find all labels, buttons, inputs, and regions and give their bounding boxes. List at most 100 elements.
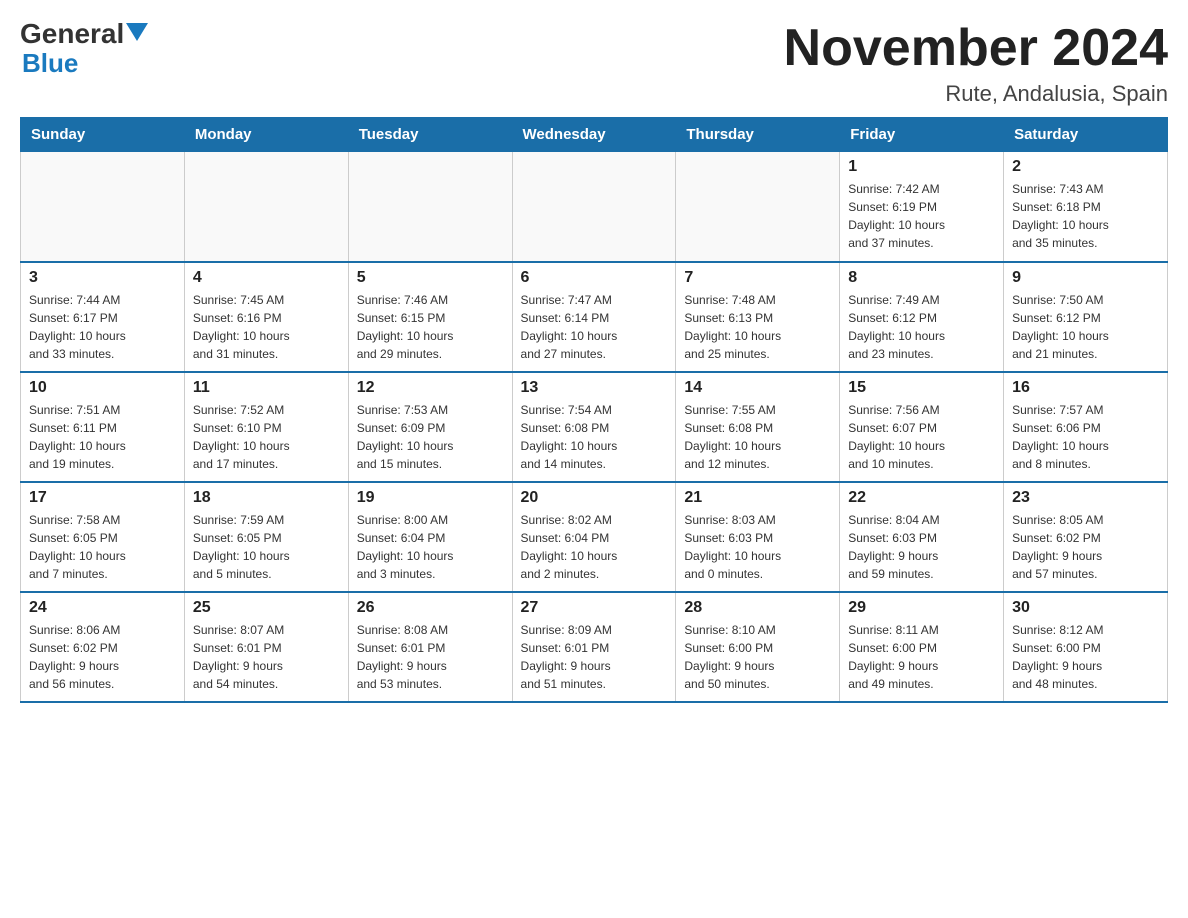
weekday-header-row: SundayMondayTuesdayWednesdayThursdayFrid… — [21, 118, 1168, 152]
calendar-cell: 13 Sunrise: 7:54 AM Sunset: 6:08 PM Dayli… — [512, 372, 676, 482]
day-number: 8 — [848, 269, 995, 287]
day-info: Sunrise: 8:09 AM Sunset: 6:01 PM Dayligh… — [521, 621, 668, 693]
day-number: 20 — [521, 489, 668, 507]
calendar-week-row: 3Sunrise: 7:44 AM Sunset: 6:17 PM Daylig… — [21, 262, 1168, 372]
calendar-cell: 15Sunrise: 7:56 AM Sunset: 6:07 PM Dayli… — [840, 372, 1004, 482]
day-number: 19 — [357, 489, 504, 507]
title-block: November 2024 Rute, Andalusia, Spain — [784, 20, 1168, 107]
day-info: Sunrise: 7:48 AM Sunset: 6:13 PM Dayligh… — [684, 291, 831, 363]
day-number: 22 — [848, 489, 995, 507]
calendar-cell: 16Sunrise: 7:57 AM Sunset: 6:06 PM Dayli… — [1004, 372, 1168, 482]
day-info: Sunrise: 7:49 AM Sunset: 6:12 PM Dayligh… — [848, 291, 995, 363]
day-info: Sunrise: 7:58 AM Sunset: 6:05 PM Dayligh… — [29, 511, 176, 583]
main-title: November 2024 — [784, 20, 1168, 77]
calendar-week-row: 24 Sunrise: 8:06 AM Sunset: 6:02 PM Dayli… — [21, 592, 1168, 702]
day-info: Sunrise: 7:53 AM Sunset: 6:09 PM Dayligh… — [357, 401, 504, 473]
logo-triangle-icon — [126, 23, 148, 41]
day-info: Sunrise: 7:42 AM Sunset: 6:19 PM Dayligh… — [848, 180, 995, 252]
day-info: Sunrise: 8:02 AM Sunset: 6:04 PM Dayligh… — [521, 511, 668, 583]
day-info: Sunrise: 8:12 AM Sunset: 6:00 PM Dayligh… — [1012, 621, 1159, 693]
day-info: Sunrise: 8:11 AM Sunset: 6:00 PM Dayligh… — [848, 621, 995, 693]
day-info: Sunrise: 8:06 AM Sunset: 6:02 PM Dayligh… — [29, 621, 176, 693]
day-number: 9 — [1012, 269, 1159, 287]
logo-general: General — [20, 20, 124, 48]
calendar-cell: 4Sunrise: 7:45 AM Sunset: 6:16 PM Daylig… — [184, 262, 348, 372]
calendar-cell: 18Sunrise: 7:59 AM Sunset: 6:05 PM Dayli… — [184, 482, 348, 592]
day-info: Sunrise: 8:05 AM Sunset: 6:02 PM Dayligh… — [1012, 511, 1159, 583]
calendar-cell: 3Sunrise: 7:44 AM Sunset: 6:17 PM Daylig… — [21, 262, 185, 372]
day-number: 3 — [29, 269, 176, 287]
day-number: 27 — [521, 599, 668, 617]
day-info: Sunrise: 7:50 AM Sunset: 6:12 PM Dayligh… — [1012, 291, 1159, 363]
calendar-cell: 14 Sunrise: 7:55 AM Sunset: 6:08 PM Dayli… — [676, 372, 840, 482]
weekday-header-wednesday: Wednesday — [512, 118, 676, 152]
calendar-cell: 23 Sunrise: 8:05 AM Sunset: 6:02 PM Dayli… — [1004, 482, 1168, 592]
calendar-cell: 2 Sunrise: 7:43 AM Sunset: 6:18 PM Daylig… — [1004, 152, 1168, 262]
day-number: 21 — [684, 489, 831, 507]
calendar-cell: 26Sunrise: 8:08 AM Sunset: 6:01 PM Dayli… — [348, 592, 512, 702]
subtitle: Rute, Andalusia, Spain — [784, 81, 1168, 107]
calendar-cell: 1 Sunrise: 7:42 AM Sunset: 6:19 PM Daylig… — [840, 152, 1004, 262]
calendar-cell — [21, 152, 185, 262]
day-info: Sunrise: 7:51 AM Sunset: 6:11 PM Dayligh… — [29, 401, 176, 473]
day-number: 28 — [684, 599, 831, 617]
day-number: 10 — [29, 379, 176, 397]
calendar-cell: 8 Sunrise: 7:49 AM Sunset: 6:12 PM Daylig… — [840, 262, 1004, 372]
day-info: Sunrise: 7:46 AM Sunset: 6:15 PM Dayligh… — [357, 291, 504, 363]
day-number: 26 — [357, 599, 504, 617]
calendar-cell: 12Sunrise: 7:53 AM Sunset: 6:09 PM Dayli… — [348, 372, 512, 482]
calendar-cell — [676, 152, 840, 262]
calendar-cell: 10 Sunrise: 7:51 AM Sunset: 6:11 PM Dayli… — [21, 372, 185, 482]
calendar-cell: 22Sunrise: 8:04 AM Sunset: 6:03 PM Dayli… — [840, 482, 1004, 592]
day-number: 25 — [193, 599, 340, 617]
day-number: 11 — [193, 379, 340, 397]
day-number: 15 — [848, 379, 995, 397]
calendar-cell: 17Sunrise: 7:58 AM Sunset: 6:05 PM Dayli… — [21, 482, 185, 592]
calendar-cell — [184, 152, 348, 262]
day-info: Sunrise: 7:59 AM Sunset: 6:05 PM Dayligh… — [193, 511, 340, 583]
calendar-week-row: 1 Sunrise: 7:42 AM Sunset: 6:19 PM Daylig… — [21, 152, 1168, 262]
day-number: 1 — [848, 158, 995, 176]
day-number: 14 — [684, 379, 831, 397]
calendar-cell — [512, 152, 676, 262]
day-info: Sunrise: 7:52 AM Sunset: 6:10 PM Dayligh… — [193, 401, 340, 473]
calendar-cell: 21 Sunrise: 8:03 AM Sunset: 6:03 PM Dayli… — [676, 482, 840, 592]
day-number: 24 — [29, 599, 176, 617]
weekday-header-thursday: Thursday — [676, 118, 840, 152]
calendar-cell: 9 Sunrise: 7:50 AM Sunset: 6:12 PM Daylig… — [1004, 262, 1168, 372]
calendar-cell: 25 Sunrise: 8:07 AM Sunset: 6:01 PM Dayli… — [184, 592, 348, 702]
weekday-header-friday: Friday — [840, 118, 1004, 152]
day-number: 30 — [1012, 599, 1159, 617]
day-info: Sunrise: 7:45 AM Sunset: 6:16 PM Dayligh… — [193, 291, 340, 363]
logo-blue: Blue — [22, 50, 78, 76]
calendar-cell: 30 Sunrise: 8:12 AM Sunset: 6:00 PM Dayli… — [1004, 592, 1168, 702]
calendar-cell: 20 Sunrise: 8:02 AM Sunset: 6:04 PM Dayli… — [512, 482, 676, 592]
logo: General Blue — [20, 20, 148, 76]
calendar-cell: 24 Sunrise: 8:06 AM Sunset: 6:02 PM Dayli… — [21, 592, 185, 702]
calendar-cell: 28 Sunrise: 8:10 AM Sunset: 6:00 PM Dayli… — [676, 592, 840, 702]
calendar-cell: 5Sunrise: 7:46 AM Sunset: 6:15 PM Daylig… — [348, 262, 512, 372]
day-info: Sunrise: 8:10 AM Sunset: 6:00 PM Dayligh… — [684, 621, 831, 693]
day-number: 29 — [848, 599, 995, 617]
calendar-cell: 19 Sunrise: 8:00 AM Sunset: 6:04 PM Dayli… — [348, 482, 512, 592]
day-info: Sunrise: 7:57 AM Sunset: 6:06 PM Dayligh… — [1012, 401, 1159, 473]
day-number: 13 — [521, 379, 668, 397]
day-info: Sunrise: 7:54 AM Sunset: 6:08 PM Dayligh… — [521, 401, 668, 473]
weekday-header-sunday: Sunday — [21, 118, 185, 152]
day-number: 2 — [1012, 158, 1159, 176]
calendar-cell: 29 Sunrise: 8:11 AM Sunset: 6:00 PM Dayli… — [840, 592, 1004, 702]
day-info: Sunrise: 7:43 AM Sunset: 6:18 PM Dayligh… — [1012, 180, 1159, 252]
day-info: Sunrise: 8:07 AM Sunset: 6:01 PM Dayligh… — [193, 621, 340, 693]
day-info: Sunrise: 8:00 AM Sunset: 6:04 PM Dayligh… — [357, 511, 504, 583]
calendar-cell: 6Sunrise: 7:47 AM Sunset: 6:14 PM Daylig… — [512, 262, 676, 372]
weekday-header-tuesday: Tuesday — [348, 118, 512, 152]
day-number: 23 — [1012, 489, 1159, 507]
calendar-cell: 27 Sunrise: 8:09 AM Sunset: 6:01 PM Dayli… — [512, 592, 676, 702]
weekday-header-monday: Monday — [184, 118, 348, 152]
page-header: General Blue November 2024 Rute, Andalus… — [20, 20, 1168, 107]
day-number: 7 — [684, 269, 831, 287]
calendar-cell: 11 Sunrise: 7:52 AM Sunset: 6:10 PM Dayli… — [184, 372, 348, 482]
day-info: Sunrise: 7:55 AM Sunset: 6:08 PM Dayligh… — [684, 401, 831, 473]
day-info: Sunrise: 8:03 AM Sunset: 6:03 PM Dayligh… — [684, 511, 831, 583]
calendar-week-row: 17Sunrise: 7:58 AM Sunset: 6:05 PM Dayli… — [21, 482, 1168, 592]
